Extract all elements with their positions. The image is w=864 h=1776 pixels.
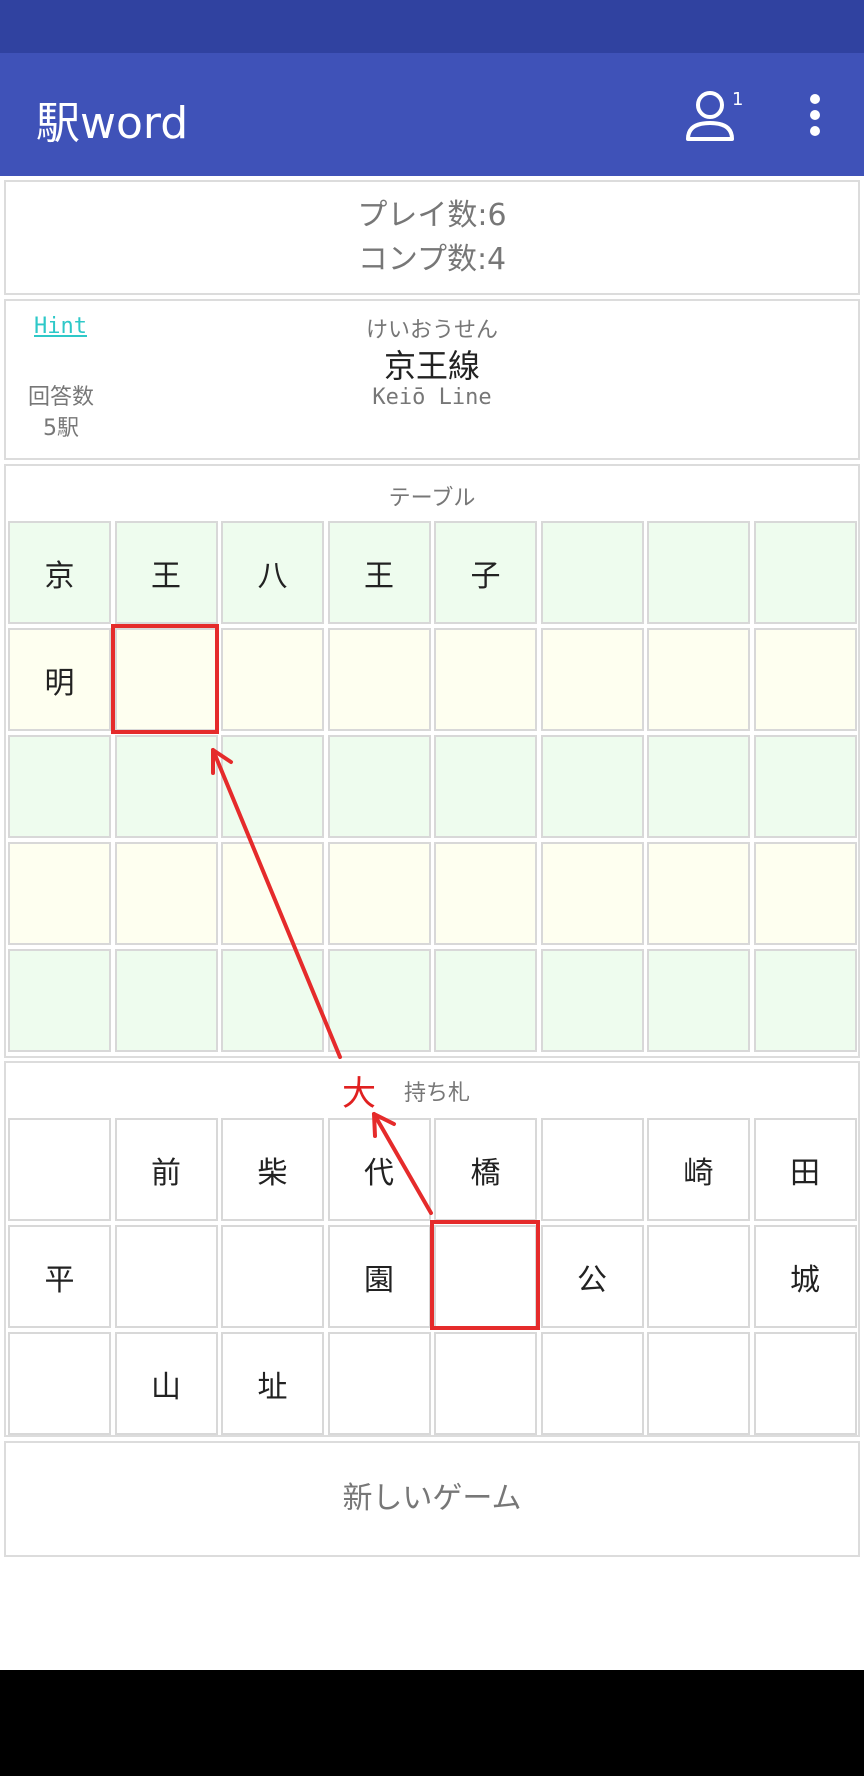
stats-card: プレイ数:6 コンプ数:4: [4, 180, 860, 295]
hand-cell[interactable]: [221, 1225, 324, 1328]
table-cell[interactable]: [647, 521, 750, 624]
hand-cell[interactable]: [8, 1332, 111, 1435]
table-cell[interactable]: [753, 628, 857, 731]
play-count: プレイ数:6: [357, 198, 507, 233]
hand-cell[interactable]: [647, 1332, 750, 1435]
navigation-bar: [0, 1670, 864, 1776]
table-cell[interactable]: [221, 842, 324, 945]
hand-cell[interactable]: [540, 1332, 644, 1435]
hand-cell[interactable]: 柴: [221, 1118, 324, 1221]
table-card: テーブル 京王八王子明: [4, 464, 860, 1058]
table-cell[interactable]: [114, 842, 218, 945]
table-cell[interactable]: [114, 628, 218, 731]
table-cell[interactable]: 京: [8, 521, 111, 624]
table-cell[interactable]: [647, 949, 750, 1052]
hand-cell[interactable]: [753, 1332, 857, 1435]
table-cell[interactable]: [434, 842, 537, 945]
hand-cell[interactable]: 址: [221, 1332, 324, 1435]
table-cell[interactable]: [540, 735, 644, 838]
table-cell[interactable]: [434, 949, 537, 1052]
hand-label: 持ち札: [404, 1081, 471, 1106]
hand-cell[interactable]: [434, 1225, 537, 1328]
hand-cell[interactable]: 園: [327, 1225, 431, 1328]
hand-cell[interactable]: 山: [114, 1332, 218, 1435]
table-cell[interactable]: [221, 735, 324, 838]
table-cell[interactable]: [221, 949, 324, 1052]
hand-cell[interactable]: 城: [753, 1225, 857, 1328]
hand-cell[interactable]: 田: [753, 1118, 857, 1221]
table-cell[interactable]: 明: [8, 628, 111, 731]
hand-cell[interactable]: [327, 1332, 431, 1435]
table-cell[interactable]: [114, 735, 218, 838]
line-name: 京王線: [383, 347, 480, 385]
hand-cell[interactable]: 平: [8, 1225, 111, 1328]
table-cell[interactable]: [114, 949, 218, 1052]
table-cell[interactable]: [8, 735, 111, 838]
table-cell[interactable]: [434, 628, 537, 731]
table-cell[interactable]: [753, 842, 857, 945]
answer-count-value: 5駅: [43, 416, 79, 441]
hand-card: 大 持ち札 前柴代橋 崎田平 園 公 城山址: [4, 1061, 860, 1437]
line-name-kana: けいおうせん: [365, 318, 498, 343]
table-cell[interactable]: [540, 628, 644, 731]
hand-cell[interactable]: 橋: [434, 1118, 537, 1221]
table-cell[interactable]: [8, 949, 111, 1052]
hand-cell[interactable]: [8, 1118, 111, 1221]
hand-cell[interactable]: 公: [540, 1225, 644, 1328]
completion-count: コンプ数:4: [357, 242, 507, 277]
table-cell[interactable]: [647, 842, 750, 945]
hand-cell[interactable]: 前: [114, 1118, 218, 1221]
table-cell[interactable]: [753, 949, 857, 1052]
hand-cell[interactable]: 代: [327, 1118, 431, 1221]
more-vert-icon[interactable]: [800, 91, 830, 139]
table-cell[interactable]: 八: [221, 521, 324, 624]
hand-cell[interactable]: [647, 1225, 750, 1328]
hand-cell[interactable]: [434, 1332, 537, 1435]
new-game-button[interactable]: 新しいゲーム: [4, 1441, 860, 1557]
table-cell[interactable]: [221, 628, 324, 731]
table-cell[interactable]: [8, 842, 111, 945]
hand-cell[interactable]: [540, 1118, 644, 1221]
table-cell[interactable]: [753, 521, 857, 624]
table-label: テーブル: [388, 486, 476, 511]
app-title: 駅word: [36, 98, 189, 149]
app-bar: 駅word 1: [0, 53, 864, 176]
table-cell[interactable]: [327, 949, 431, 1052]
user-count-badge: 1: [732, 89, 744, 110]
table-cell[interactable]: [540, 842, 644, 945]
table-cell[interactable]: 子: [434, 521, 537, 624]
table-cell[interactable]: [753, 735, 857, 838]
table-cell[interactable]: 王: [327, 521, 431, 624]
hand-cell[interactable]: [114, 1225, 218, 1328]
table-cell[interactable]: [647, 735, 750, 838]
hand-cell[interactable]: 崎: [647, 1118, 750, 1221]
table-cell[interactable]: [327, 842, 431, 945]
status-bar: [0, 0, 864, 53]
table-cell[interactable]: [327, 628, 431, 731]
table-cell[interactable]: [434, 735, 537, 838]
table-cell[interactable]: [647, 628, 750, 731]
table-cell[interactable]: [540, 521, 644, 624]
table-cell[interactable]: [327, 735, 431, 838]
line-name-romaji: Keiō Line: [372, 385, 492, 410]
line-info-card: Hint 回答数 5駅 けいおうせん 京王線 Keiō Line: [4, 299, 860, 460]
held-character[interactable]: 大: [342, 1066, 376, 1115]
table-cell[interactable]: [540, 949, 644, 1052]
table-cell[interactable]: 王: [114, 521, 218, 624]
